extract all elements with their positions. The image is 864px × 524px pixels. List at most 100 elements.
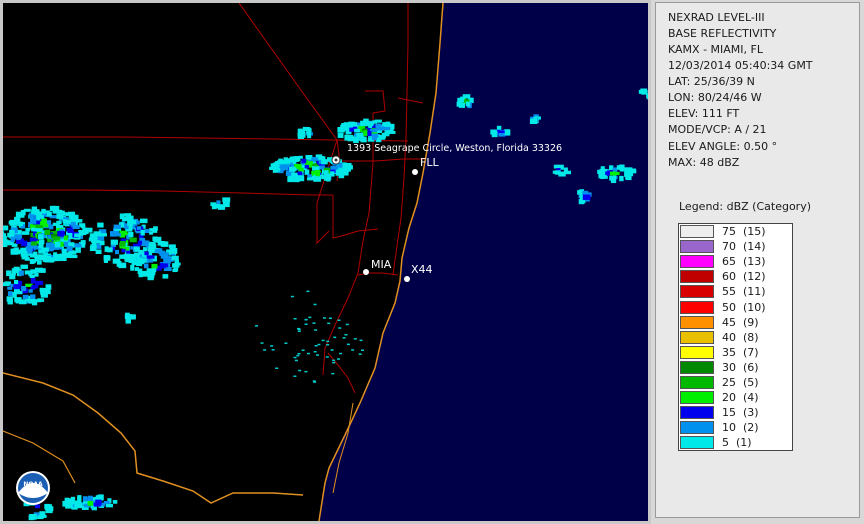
echo-cell (147, 246, 156, 252)
clutter-cell (321, 339, 325, 342)
echo-cell (67, 251, 72, 256)
echo-cell (129, 254, 135, 259)
echo-cell (363, 130, 368, 136)
echo-cell (294, 177, 300, 181)
echo-cell (616, 165, 621, 170)
echo-cell (113, 224, 121, 229)
echo-cell (119, 254, 125, 259)
echo-cell (625, 174, 632, 181)
scan-info: ELEV ANGLE: 0.50 ° MAX: 48 dBZ (668, 139, 777, 171)
echo-cell (582, 194, 591, 200)
echo-cell (28, 289, 33, 293)
echo-cell (140, 218, 148, 224)
echo-cell (613, 172, 620, 176)
echo-cell (13, 284, 21, 290)
echo-cell (3, 225, 9, 231)
echo-cell (76, 219, 83, 223)
echo-cell (213, 203, 221, 209)
clutter-cell (326, 344, 330, 346)
echo-cell (31, 284, 39, 289)
echo-cell (151, 263, 158, 269)
echo-cell (138, 249, 144, 255)
echo-cell (38, 215, 45, 219)
echo-cell (144, 251, 149, 256)
clutter-cell (304, 318, 308, 321)
legend-swatch (680, 315, 714, 329)
echo-cell (282, 160, 291, 164)
airport-marker-x44[interactable] (404, 276, 410, 282)
echo-cell (15, 267, 20, 272)
echo-cell (100, 233, 107, 237)
echo-cell (27, 298, 36, 303)
echo-cell (93, 231, 102, 237)
echo-cell (31, 227, 39, 232)
echo-cell (75, 247, 81, 253)
product-type: BASE REFLECTIVITY (668, 27, 777, 40)
radar-map[interactable]: 1393 Seagrape Circle, Weston, Florida 33… (0, 0, 651, 524)
clutter-cell (293, 318, 297, 320)
legend-item: 35 (7) (679, 345, 792, 360)
echo-cell (153, 226, 158, 231)
echo-cell (612, 167, 618, 173)
clutter-cell (328, 317, 332, 319)
clutter-cell (312, 322, 316, 324)
echo-cell (498, 133, 505, 137)
echo-cell (14, 297, 22, 303)
echo-cell (360, 120, 365, 127)
clutter-cell (290, 295, 294, 298)
echo-cell (162, 274, 169, 279)
echo-cell (160, 263, 169, 268)
clutter-cell (339, 352, 343, 355)
echo-cell (44, 229, 51, 235)
echo-cell (30, 277, 36, 284)
legend-item: 60 (12) (679, 269, 792, 284)
echo-cell (504, 129, 511, 136)
clutter-cell (332, 361, 336, 364)
legend-item: 15 (3) (679, 405, 792, 420)
echo-cell (114, 233, 122, 237)
echo-cell (38, 234, 44, 240)
legend-title: Legend: dBZ (Category) (679, 200, 811, 213)
echo-cell (97, 222, 104, 228)
echo-cell (20, 264, 28, 269)
legend-swatch (680, 300, 714, 314)
airport-marker-mia[interactable] (363, 269, 369, 275)
echo-cell (24, 270, 32, 275)
legend-label: 50 (10) (722, 300, 766, 314)
legend-swatch (680, 406, 714, 420)
echo-cell (311, 157, 318, 161)
legend-label: 25 (5) (722, 375, 759, 389)
clutter-cell (346, 343, 350, 346)
echo-cell (54, 241, 61, 248)
echo-cell (646, 93, 648, 100)
echo-cell (146, 255, 155, 259)
echo-cell (348, 134, 354, 140)
echo-cell (142, 273, 148, 277)
radar-map-canvas[interactable]: 1393 Seagrape Circle, Weston, Florida 33… (3, 3, 648, 521)
echo-cell (6, 296, 13, 302)
echo-cell (149, 272, 155, 278)
airport-label-x44: X44 (411, 263, 433, 276)
legend-item: 5 (1) (679, 435, 792, 450)
station-elev: ELEV: 111 FT (668, 107, 740, 120)
legend-swatch (680, 436, 714, 450)
echo-cell (30, 218, 37, 224)
echo-cell (164, 252, 169, 259)
clutter-cell (317, 343, 321, 346)
airport-marker-fll[interactable] (412, 169, 418, 175)
echo-cell (44, 504, 52, 509)
echo-cell (605, 171, 610, 176)
legend-swatch (680, 360, 714, 374)
echo-cell (374, 119, 382, 123)
clutter-cell (297, 330, 301, 332)
echo-cell (7, 291, 13, 296)
echo-cell (63, 235, 68, 241)
echo-cell (73, 243, 82, 248)
clutter-cell (308, 316, 312, 319)
echo-cell (61, 248, 67, 255)
echo-cell (298, 132, 306, 138)
echo-cell (21, 285, 27, 292)
echo-cell (304, 169, 310, 175)
clutter-cell (293, 356, 297, 359)
echo-cell (273, 168, 281, 172)
